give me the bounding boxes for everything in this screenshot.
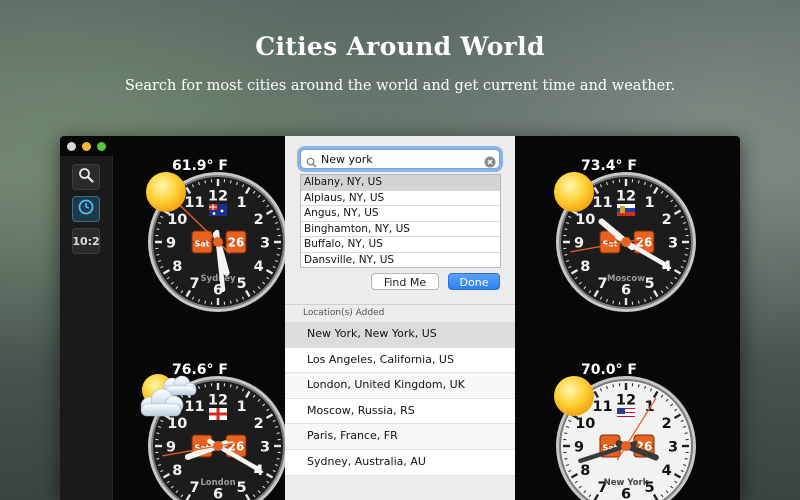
search-field[interactable] xyxy=(300,149,500,169)
search-result-item[interactable]: Alplaus, NY, US xyxy=(301,191,500,206)
clock-number: 3 xyxy=(668,440,678,456)
clock-city-label: Moscow xyxy=(607,274,645,284)
clear-search-icon[interactable] xyxy=(484,153,496,172)
search-input[interactable] xyxy=(321,150,481,168)
sun-icon xyxy=(144,170,188,218)
partly-cloudy-icon xyxy=(136,372,202,428)
clock-number: 4 xyxy=(254,259,264,275)
clock-number: 7 xyxy=(189,276,199,292)
sidebar-clock-button[interactable] xyxy=(72,196,100,222)
clock-number: 2 xyxy=(662,416,672,432)
location-item[interactable]: London, United Kingdom, UK xyxy=(285,373,515,399)
clock-number: 3 xyxy=(260,440,270,456)
find-me-button[interactable]: Find Me xyxy=(371,273,439,290)
flag-icon xyxy=(209,204,227,216)
clock-number: 12 xyxy=(616,393,636,409)
search-result-item[interactable]: Binghamton, NY, US xyxy=(301,222,500,237)
clock-number: 8 xyxy=(580,259,590,275)
promo-subtitle: Search for most cities around the world … xyxy=(124,78,676,94)
sidebar-search-button[interactable] xyxy=(72,164,100,190)
clock-city-label: Sydney xyxy=(200,274,236,284)
location-item[interactable]: Paris, France, FR xyxy=(285,424,515,450)
location-item[interactable]: Moscow, Russia, RS xyxy=(285,398,515,425)
digital-clock-label: 10:2 xyxy=(72,234,100,248)
search-result-item[interactable]: Albany, NY, US xyxy=(301,175,500,191)
clock-number: 1 xyxy=(644,195,654,211)
locations-header: Location(s) Added xyxy=(303,308,385,318)
location-panel: Albany, NY, US Alplaus, NY, US Angus, NY… xyxy=(285,136,515,500)
magnifier-icon xyxy=(78,167,94,187)
divider xyxy=(285,304,515,305)
clock-number: 5 xyxy=(236,480,246,496)
clock-number: 5 xyxy=(644,276,654,292)
clock-number: 5 xyxy=(236,276,246,292)
search-result-item[interactable]: Dansville, NY, US xyxy=(301,253,500,268)
sidebar-digital-button[interactable]: 10:2 xyxy=(72,228,100,254)
done-button[interactable]: Done xyxy=(448,273,500,290)
clock-number: 3 xyxy=(668,236,678,252)
clock-number: 3 xyxy=(260,236,270,252)
clock-number: 1 xyxy=(236,399,246,415)
clock-center-pin xyxy=(213,441,223,451)
minimize-window-button[interactable] xyxy=(82,142,91,151)
clock-number: 12 xyxy=(208,189,228,205)
flag-icon xyxy=(617,204,635,216)
clock-number: 9 xyxy=(166,236,176,252)
sun-icon xyxy=(552,170,596,218)
clock-center-pin xyxy=(213,237,223,247)
clock-number: 2 xyxy=(662,212,672,228)
clock-number: 2 xyxy=(254,416,264,432)
location-item[interactable]: New York, New York, US xyxy=(285,322,515,348)
clock-number: 8 xyxy=(172,259,182,275)
search-results-list: Albany, NY, US Alplaus, NY, US Angus, NY… xyxy=(300,174,501,268)
clock-date-tile: 26 xyxy=(228,236,245,250)
clock-city-label: London xyxy=(200,478,235,488)
location-item[interactable]: Sydney, Australia, AU xyxy=(285,449,515,476)
clock-number: 9 xyxy=(574,440,584,456)
search-result-item[interactable]: Angus, NY, US xyxy=(301,206,500,222)
clock-number: 6 xyxy=(213,487,223,500)
close-window-button[interactable] xyxy=(67,142,76,151)
clock-number: 12 xyxy=(208,393,228,409)
flag-icon xyxy=(209,408,227,420)
clock-city-label: New York xyxy=(604,478,649,488)
clock-center-pin xyxy=(621,237,631,247)
app-window: 10:2 12 1 2 3 4 5 6 7 8 9 10 11 Sydney Sat 26 61.9° F … xyxy=(60,136,740,500)
zoom-window-button[interactable] xyxy=(97,142,106,151)
flag-icon xyxy=(617,408,635,420)
clock-number: 12 xyxy=(616,189,636,205)
clock-number: 7 xyxy=(189,480,199,496)
clock-number: 1 xyxy=(644,399,654,415)
clock-center-pin xyxy=(621,441,631,451)
clock-number: 6 xyxy=(621,283,631,299)
clock-icon xyxy=(78,199,94,219)
sun-icon xyxy=(552,374,596,422)
clock-day-tile: Sat xyxy=(195,240,210,249)
sidebar: 10:2 xyxy=(60,156,113,500)
added-locations-list: New York, New York, US Los Angeles, Cali… xyxy=(285,322,515,476)
search-icon xyxy=(306,153,317,172)
promo-title: Cities Around World xyxy=(255,32,545,61)
clock-number: 1 xyxy=(236,195,246,211)
clock-number: 2 xyxy=(254,212,264,228)
clock-number: 4 xyxy=(662,463,672,479)
clock-number: 6 xyxy=(621,487,631,500)
search-result-item[interactable]: Buffalo, NY, US xyxy=(301,237,500,253)
clock-number: 8 xyxy=(580,463,590,479)
location-item[interactable]: Los Angeles, California, US xyxy=(285,347,515,374)
clock-number: 8 xyxy=(172,463,182,479)
